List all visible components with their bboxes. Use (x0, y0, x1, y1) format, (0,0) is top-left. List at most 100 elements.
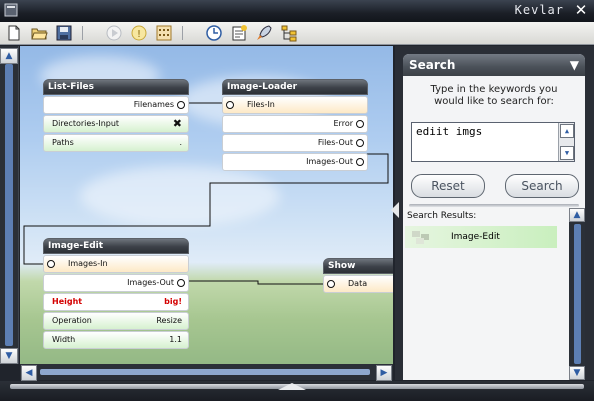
scroll-up-icon[interactable]: ▲ (560, 124, 574, 138)
clock-icon[interactable] (205, 24, 223, 42)
port-images-in[interactable]: Images-In (43, 255, 189, 273)
node-image-loader[interactable]: Image-Loader Files-In Error Files-Out Im… (222, 79, 368, 171)
open-folder-icon[interactable] (30, 24, 48, 42)
splitter-handle-icon[interactable] (278, 383, 306, 390)
node-title[interactable]: List-Files (43, 79, 189, 95)
port-error[interactable]: Error (222, 115, 368, 133)
canvas-vertical-scrollbar[interactable]: ▲ ▼ (0, 46, 19, 364)
output-port-dot[interactable] (356, 120, 364, 128)
output-port-dot[interactable] (356, 158, 364, 166)
search-results: Search Results: Image-Edit ▲ ▼ (403, 208, 585, 380)
port-files-out[interactable]: Files-Out (222, 134, 368, 152)
node-icon (412, 231, 429, 244)
search-button[interactable]: Search (505, 174, 579, 198)
input-port-dot[interactable] (327, 280, 335, 288)
param-directories-input[interactable]: Directories-Input ✖ (43, 115, 189, 133)
port-label: Error (333, 119, 354, 128)
param-label: Paths (52, 138, 74, 147)
param-value[interactable]: . (179, 135, 182, 151)
node-title[interactable]: Image-Edit (43, 238, 189, 254)
play-icon[interactable] (105, 24, 123, 42)
port-files-in[interactable]: Files-In (222, 96, 368, 114)
port-label: Images-Out (306, 157, 353, 166)
port-label: Files-In (247, 100, 275, 109)
scroll-up-icon[interactable]: ▲ (0, 48, 18, 64)
toolbar: ! (0, 22, 594, 45)
param-label: Height (52, 297, 83, 306)
port-filenames[interactable]: Filenames (43, 96, 189, 114)
toolbar-separator (82, 26, 83, 40)
save-disk-icon[interactable] (55, 24, 73, 42)
bottom-splitter[interactable] (0, 381, 594, 401)
scroll-thumb[interactable] (574, 224, 581, 364)
port-label: Files-Out (317, 138, 353, 147)
scroll-down-icon[interactable]: ▼ (560, 146, 574, 160)
window-title: Kevlar (514, 3, 564, 17)
param-height[interactable]: Height big! (43, 293, 189, 311)
node-list-files[interactable]: List-Files Filenames Directories-Input ✖… (43, 79, 189, 152)
search-title: Search (409, 58, 456, 72)
port-label: Filenames (133, 100, 174, 109)
param-value[interactable]: 1.1 (169, 332, 182, 348)
search-input[interactable]: ediit imgs ▲ ▼ (411, 122, 575, 162)
node-show[interactable]: Show Data (323, 258, 393, 293)
search-panel: Search ▼ Type in the keywords you would … (391, 46, 594, 380)
scroll-up-icon[interactable]: ▲ (569, 208, 585, 222)
title-bar: Kevlar ✕ (0, 0, 594, 23)
canvas-horizontal-scrollbar[interactable]: ◀ ▶ (20, 364, 393, 381)
param-value[interactable]: Resize (156, 313, 182, 329)
rocket-icon[interactable] (255, 24, 273, 42)
param-label: Width (52, 335, 76, 344)
tree-icon[interactable] (280, 24, 298, 42)
results-scrollbar[interactable]: ▲ ▼ (569, 208, 585, 380)
output-port-dot[interactable] (177, 101, 185, 109)
close-button[interactable]: ✕ (573, 2, 589, 18)
window-menu-icon[interactable] (4, 3, 18, 17)
port-images-out[interactable]: Images-Out (43, 274, 189, 292)
toolbar-separator (182, 26, 183, 40)
info-icon[interactable]: ! (130, 24, 148, 42)
input-port-dot[interactable] (47, 260, 55, 268)
param-width[interactable]: Width 1.1 (43, 331, 189, 349)
port-label: Data (348, 279, 368, 288)
search-input-scrollbar[interactable]: ▲ ▼ (558, 123, 574, 161)
port-images-out[interactable]: Images-Out (222, 153, 368, 171)
search-box: Search ▼ Type in the keywords you would … (403, 54, 585, 234)
port-label: Images-Out (127, 278, 174, 287)
scroll-thumb[interactable] (5, 64, 13, 346)
clear-icon[interactable]: ✖ (173, 116, 182, 132)
result-label: Image-Edit (451, 232, 500, 242)
panel-pointer-icon (391, 202, 399, 218)
search-separator (409, 204, 579, 207)
result-item[interactable]: Image-Edit (405, 226, 557, 248)
grid-icon[interactable] (155, 24, 173, 42)
param-label: Directories-Input (52, 119, 120, 128)
node-title[interactable]: Image-Loader (222, 79, 368, 95)
scroll-left-icon[interactable]: ◀ (21, 365, 37, 381)
output-port-dot[interactable] (356, 139, 364, 147)
param-value[interactable]: big! (164, 294, 182, 310)
results-header: Search Results: (407, 211, 477, 221)
output-port-dot[interactable] (177, 279, 185, 287)
search-hint: Type in the keywords you would like to s… (430, 84, 558, 107)
scroll-down-icon[interactable]: ▼ (0, 348, 18, 364)
workflow-canvas[interactable]: List-Files Filenames Directories-Input ✖… (20, 46, 393, 364)
node-title[interactable]: Show (323, 258, 393, 274)
note-icon[interactable] (230, 24, 248, 42)
node-image-edit[interactable]: Image-Edit Images-In Images-Out Height b… (43, 238, 189, 349)
input-port-dot[interactable] (226, 101, 234, 109)
scroll-right-icon[interactable]: ▶ (376, 365, 392, 381)
kevlar-window: Kevlar ✕ ! ▲ ▼ List-Files Filenames Dire… (0, 0, 594, 401)
scroll-down-icon[interactable]: ▼ (569, 366, 585, 380)
port-data[interactable]: Data (323, 275, 393, 293)
reset-button[interactable]: Reset (411, 174, 485, 198)
param-paths[interactable]: Paths . (43, 134, 189, 152)
new-file-icon[interactable] (5, 24, 23, 42)
port-label: Images-In (68, 259, 108, 268)
param-operation[interactable]: Operation Resize (43, 312, 189, 330)
svg-text:!: ! (137, 29, 141, 40)
search-query[interactable]: ediit imgs (416, 125, 482, 138)
search-header[interactable]: Search ▼ (403, 54, 585, 76)
scroll-thumb[interactable] (40, 369, 370, 375)
collapse-chevron-icon[interactable]: ▼ (570, 54, 579, 76)
